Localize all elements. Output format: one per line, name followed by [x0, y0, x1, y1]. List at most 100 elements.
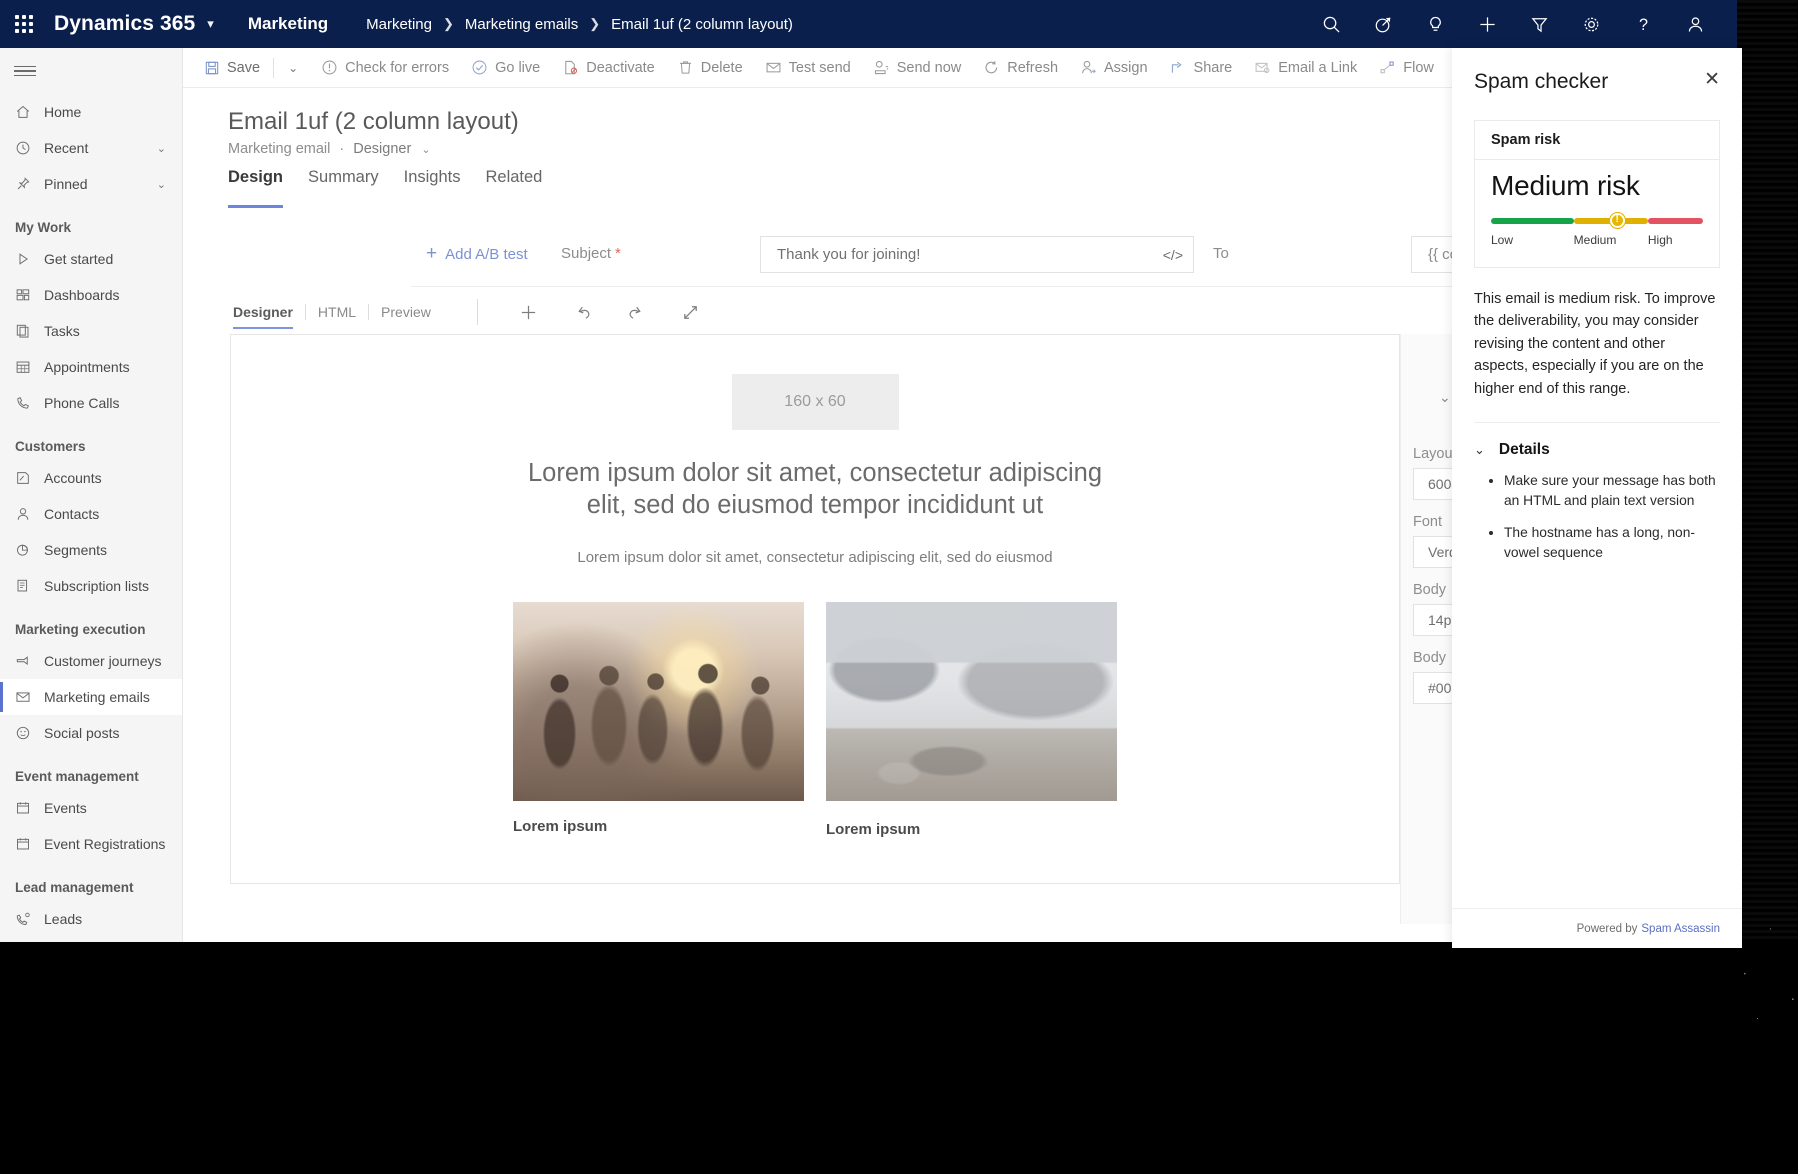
send-now-button[interactable]: Send now — [862, 48, 973, 87]
test-send-button[interactable]: Test send — [754, 48, 862, 87]
column-caption[interactable]: Lorem ipsum — [513, 818, 804, 835]
sidebar-item-dashboards[interactable]: Dashboards — [0, 277, 182, 313]
event-calendar-icon — [15, 836, 37, 852]
target-arrow-icon[interactable] — [1357, 0, 1409, 48]
share-icon — [1170, 59, 1187, 76]
user-account-icon[interactable] — [1669, 0, 1721, 48]
close-icon[interactable]: ✕ — [1704, 70, 1720, 90]
lightbulb-icon[interactable] — [1409, 0, 1461, 48]
sidebar-item-events[interactable]: Events — [0, 790, 182, 826]
sidebar-item-phone-calls[interactable]: Phone Calls — [0, 385, 182, 421]
sidebar-item-pinned[interactable]: Pinned ⌄ — [0, 166, 182, 202]
sidebar-item-label: Dashboards — [44, 287, 120, 303]
check-for-errors-button[interactable]: Check for errors — [310, 48, 460, 87]
form-selector-chevron-down-icon[interactable]: ⌄ — [421, 144, 430, 156]
email-headline[interactable]: Lorem ipsum dolor sit amet, consectetur … — [505, 458, 1125, 522]
command-label: Send now — [896, 59, 962, 76]
column-caption[interactable]: Lorem ipsum — [826, 821, 1117, 838]
expand-icon[interactable] — [664, 294, 718, 330]
email-column-right[interactable]: Lorem ipsum — [826, 601, 1117, 838]
plus-icon[interactable] — [502, 294, 556, 330]
add-ab-test-button[interactable]: + Add A/B test — [426, 243, 528, 265]
redo-icon[interactable] — [610, 294, 664, 330]
go-live-button[interactable]: Go live — [460, 48, 551, 87]
sidebar-item-social-posts[interactable]: Social posts — [0, 715, 182, 751]
sidebar-item-label: Segments — [44, 542, 108, 558]
plus-icon[interactable] — [1461, 0, 1513, 48]
sidebar-item-contacts[interactable]: Contacts — [0, 496, 182, 532]
chevron-down-icon[interactable]: ⌄ — [157, 142, 166, 155]
send-now-icon — [873, 59, 890, 76]
breadcrumb-item-0[interactable]: Marketing — [366, 16, 432, 33]
sidebar-item-recent[interactable]: Recent ⌄ — [0, 130, 182, 166]
meter-label-low: Low — [1491, 233, 1514, 247]
assign-button[interactable]: Assign — [1069, 48, 1159, 87]
spam-panel-footer: Powered by Spam Assassin — [1452, 908, 1742, 948]
sidebar-item-tasks[interactable]: Tasks — [0, 313, 182, 349]
filter-icon[interactable] — [1513, 0, 1565, 48]
living-room-relaxing-photo[interactable] — [826, 601, 1117, 801]
sidebar-item-leads[interactable]: Leads — [0, 901, 182, 937]
sidebar-item-appointments[interactable]: Appointments — [0, 349, 182, 385]
logo-image-placeholder[interactable]: 160 x 60 — [731, 374, 899, 430]
email-subcopy[interactable]: Lorem ipsum dolor sit amet, consectetur … — [435, 549, 1195, 566]
designer-view-tab[interactable]: Designer — [233, 304, 305, 329]
spam-checker-panel: Spam checker ✕ Spam risk Medium risk Low… — [1452, 48, 1742, 948]
chevron-down-icon[interactable]: ⌄ — [157, 178, 166, 191]
sidebar-item-get-started[interactable]: Get started — [0, 241, 182, 277]
delete-button[interactable]: Delete — [666, 48, 754, 87]
sidebar-item-label: Marketing emails — [44, 689, 150, 705]
spam-risk-card: Spam risk Medium risk Low Medium High — [1474, 120, 1720, 268]
email-a-link-button[interactable]: Email a Link — [1243, 48, 1368, 87]
sidebar-item-event-registrations[interactable]: Event Registrations — [0, 826, 182, 862]
sidebar-item-marketing-emails[interactable]: Marketing emails — [0, 679, 182, 715]
sidebar-item-label: Leads — [44, 911, 83, 927]
sidebar-item-accounts[interactable]: Accounts — [0, 460, 182, 496]
segment-pie-icon — [15, 542, 37, 558]
sidebar-item-subscription-lists[interactable]: Subscription lists — [0, 568, 182, 604]
smiley-icon — [15, 725, 37, 741]
email-column-left[interactable]: Lorem ipsum — [513, 601, 804, 838]
spam-assassin-link[interactable]: Spam Assassin — [1641, 923, 1720, 935]
sidebar-item-customer-journeys[interactable]: Customer journeys — [0, 643, 182, 679]
deactivate-button[interactable]: Deactivate — [551, 48, 666, 87]
flow-button[interactable]: Flow — [1368, 48, 1445, 87]
breadcrumb-item-1[interactable]: Marketing emails — [465, 16, 578, 33]
spam-details-toggle[interactable]: ⌄ Details — [1474, 441, 1720, 459]
crowd-celebration-photo[interactable] — [513, 601, 804, 801]
app-launcher-icon[interactable] — [0, 15, 48, 33]
code-snippet-icon[interactable]: </> — [1163, 247, 1183, 263]
sidebar-item-segments[interactable]: Segments — [0, 532, 182, 568]
save-overflow-chevron-icon[interactable]: ⌄ — [276, 48, 310, 87]
property-label-font: Font — [1413, 514, 1443, 530]
undo-icon[interactable] — [556, 294, 610, 330]
search-icon[interactable] — [1305, 0, 1357, 48]
spam-risk-card-body: Medium risk Low Medium High — [1475, 160, 1719, 267]
tab-insights[interactable]: Insights — [404, 168, 461, 208]
tab-related[interactable]: Related — [485, 168, 542, 208]
top-nav-actions: ? — [1305, 0, 1737, 48]
save-button[interactable]: Save — [193, 48, 271, 87]
properties-collapse-chevron-icon[interactable]: ⌄ — [1439, 389, 1451, 406]
email-design-canvas[interactable]: 160 x 60 Lorem ipsum dolor sit amet, con… — [230, 334, 1400, 884]
breadcrumb-chevron-right-icon: ❯ — [442, 16, 454, 31]
preview-view-tab[interactable]: Preview — [369, 304, 443, 320]
sidebar-item-home[interactable]: Home — [0, 94, 182, 130]
form-selector-label[interactable]: Designer — [353, 141, 411, 157]
tab-design[interactable]: Design — [228, 168, 284, 208]
share-button[interactable]: Share — [1159, 48, 1244, 87]
html-view-tab[interactable]: HTML — [306, 304, 368, 320]
assign-user-icon — [1080, 59, 1097, 76]
brand-chevron-down-icon[interactable]: ▾ — [207, 16, 214, 32]
sidebar-item-label: Get started — [44, 251, 114, 267]
sidebar-item-label: Phone Calls — [44, 395, 120, 411]
refresh-button[interactable]: Refresh — [972, 48, 1069, 87]
help-icon[interactable]: ? — [1617, 0, 1669, 48]
flow-icon — [1379, 59, 1396, 76]
site-map-toggle-icon[interactable] — [0, 48, 182, 94]
gear-icon[interactable] — [1565, 0, 1617, 48]
check-circle-icon — [471, 59, 488, 76]
subject-input[interactable]: Thank you for joining! </> — [760, 236, 1194, 273]
tab-summary[interactable]: Summary — [308, 168, 379, 208]
account-icon — [15, 470, 37, 486]
